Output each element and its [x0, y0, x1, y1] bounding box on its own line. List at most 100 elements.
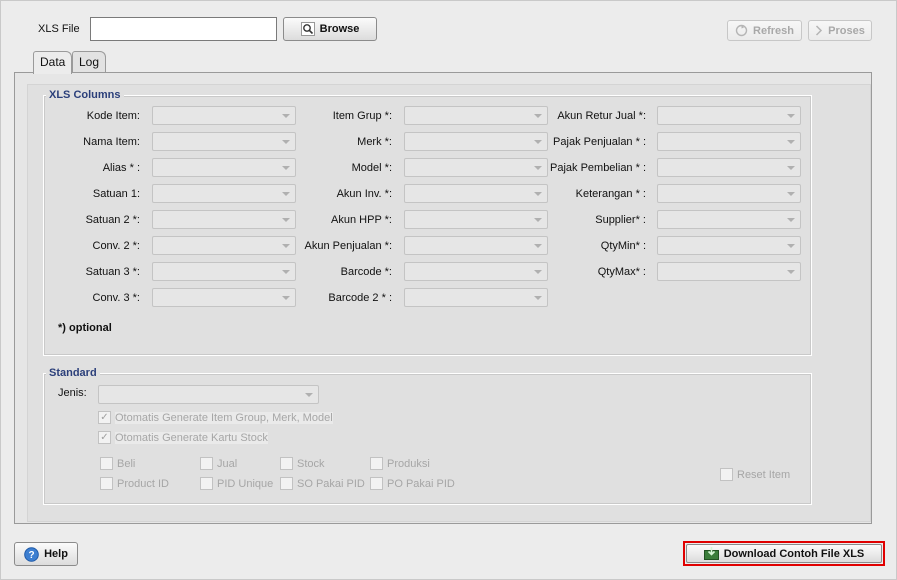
field-label: Akun Penjualan *:: [304, 240, 392, 252]
reset-item-checkbox[interactable]: Reset Item: [720, 468, 790, 481]
auto-kartu-label: Otomatis Generate Kartu Stock: [115, 431, 268, 444]
satuan2-combo[interactable]: [152, 210, 296, 229]
stock-checkbox[interactable]: Stock: [280, 457, 325, 470]
chevron-down-icon: [787, 192, 795, 196]
chevron-down-icon: [534, 140, 542, 144]
chevron-down-icon: [282, 296, 290, 300]
chevron-down-icon: [282, 270, 290, 274]
checkbox-box: [280, 457, 293, 470]
chevron-down-icon: [282, 114, 290, 118]
qtymin-combo[interactable]: [657, 236, 801, 255]
tab-log-label: Log: [79, 55, 100, 69]
product-id-checkbox[interactable]: Product ID: [100, 477, 169, 490]
chevron-down-icon: [787, 140, 795, 144]
jenis-label: Jenis:: [58, 387, 87, 399]
field-label: Merk *:: [357, 136, 392, 148]
field-label: Satuan 3 *:: [85, 266, 140, 278]
field-label: Akun HPP *:: [331, 214, 392, 226]
model-combo[interactable]: [404, 158, 548, 177]
browse-button[interactable]: Browse: [283, 17, 377, 41]
chevron-down-icon: [787, 218, 795, 222]
chevron-down-icon: [534, 114, 542, 118]
barcode2-combo[interactable]: [404, 288, 548, 307]
chevron-down-icon: [534, 296, 542, 300]
chevron-down-icon: [534, 218, 542, 222]
tab-log[interactable]: Log: [72, 51, 107, 73]
checkbox-box: [200, 477, 213, 490]
field-label: Akun Retur Jual *:: [557, 110, 646, 122]
supplier-combo[interactable]: [657, 210, 801, 229]
field-label: Pajak Penjualan * :: [553, 136, 646, 148]
auto-kartu-checkbox[interactable]: ✓ Otomatis Generate Kartu Stock: [98, 431, 268, 444]
kode-item-combo[interactable]: [152, 106, 296, 125]
tab-data-label: Data: [40, 55, 66, 69]
field-label: Satuan 1:: [92, 188, 140, 200]
field-label: Supplier* :: [595, 214, 646, 226]
field-label: Pajak Pembelian * :: [550, 162, 646, 174]
akun-penjualan-combo[interactable]: [404, 236, 548, 255]
checkmark-icon: ✓: [98, 411, 111, 424]
pajak-penjualan-combo[interactable]: [657, 132, 801, 151]
xls-file-input[interactable]: [90, 17, 277, 41]
field-label: Conv. 3 *:: [92, 292, 141, 304]
help-icon: ?: [24, 546, 39, 562]
download-sample-button[interactable]: Download Contoh File XLS: [686, 544, 882, 563]
auto-group-checkbox[interactable]: ✓ Otomatis Generate Item Group, Merk, Mo…: [98, 411, 333, 424]
field-label: Keterangan * :: [575, 188, 646, 200]
optional-note: *) optional: [58, 322, 112, 334]
chevron-down-icon: [787, 244, 795, 248]
beli-label: Beli: [117, 457, 136, 470]
akun-inv-combo[interactable]: [404, 184, 548, 203]
beli-checkbox[interactable]: Beli: [100, 457, 135, 470]
jenis-combo[interactable]: [98, 385, 319, 404]
alias-combo[interactable]: [152, 158, 296, 177]
conv2-combo[interactable]: [152, 236, 296, 255]
xls-columns-title: XLS Columns: [46, 89, 124, 101]
po-pakai-pid-checkbox[interactable]: PO Pakai PID: [370, 477, 455, 490]
field-label: Barcode *:: [340, 266, 392, 278]
xls-file-label: XLS File: [38, 23, 80, 35]
browse-label: Browse: [319, 23, 360, 35]
pajak-pembelian-combo[interactable]: [657, 158, 801, 177]
conv3-combo[interactable]: [152, 288, 296, 307]
item-grup-combo[interactable]: [404, 106, 548, 125]
qtymax-combo[interactable]: [657, 262, 801, 281]
auto-group-label: Otomatis Generate Item Group, Merk, Mode…: [115, 411, 333, 424]
chevron-down-icon: [282, 140, 290, 144]
checkbox-box: [100, 477, 113, 490]
field-label: Satuan 2 *:: [85, 214, 140, 226]
refresh-icon: [735, 24, 748, 37]
stock-label: Stock: [297, 457, 325, 470]
checkbox-box: [200, 457, 213, 470]
field-label: QtyMin* :: [600, 240, 646, 252]
chevron-down-icon: [534, 270, 542, 274]
chevron-right-icon: [815, 25, 823, 36]
keterangan-combo[interactable]: [657, 184, 801, 203]
akun-hpp-combo[interactable]: [404, 210, 548, 229]
help-button[interactable]: ? Help: [14, 542, 78, 566]
so-pakai-pid-label: SO Pakai PID: [297, 477, 365, 490]
chevron-down-icon: [534, 244, 542, 248]
merk-combo[interactable]: [404, 132, 548, 151]
pid-unique-label: PID Unique: [217, 477, 274, 490]
chevron-down-icon: [787, 114, 795, 118]
field-label: Item Grup *:: [332, 110, 392, 122]
barcode-combo[interactable]: [404, 262, 548, 281]
po-pakai-pid-label: PO Pakai PID: [387, 477, 455, 490]
pid-unique-checkbox[interactable]: PID Unique: [200, 477, 273, 490]
satuan1-combo[interactable]: [152, 184, 296, 203]
akun-retur-jual-combo[interactable]: [657, 106, 801, 125]
proses-button[interactable]: Proses: [808, 20, 872, 41]
field-label: Alias * :: [102, 162, 140, 174]
nama-item-combo[interactable]: [152, 132, 296, 151]
tab-data[interactable]: Data: [33, 51, 73, 74]
jual-checkbox[interactable]: Jual: [200, 457, 237, 470]
chevron-down-icon: [305, 393, 313, 397]
produksi-label: Produksi: [387, 457, 430, 470]
produksi-checkbox[interactable]: Produksi: [370, 457, 430, 470]
so-pakai-pid-checkbox[interactable]: SO Pakai PID: [280, 477, 365, 490]
satuan3-combo[interactable]: [152, 262, 296, 281]
field-label: Akun Inv. *:: [336, 188, 392, 200]
product-id-label: Product ID: [117, 477, 169, 490]
refresh-button[interactable]: Refresh: [727, 20, 802, 41]
